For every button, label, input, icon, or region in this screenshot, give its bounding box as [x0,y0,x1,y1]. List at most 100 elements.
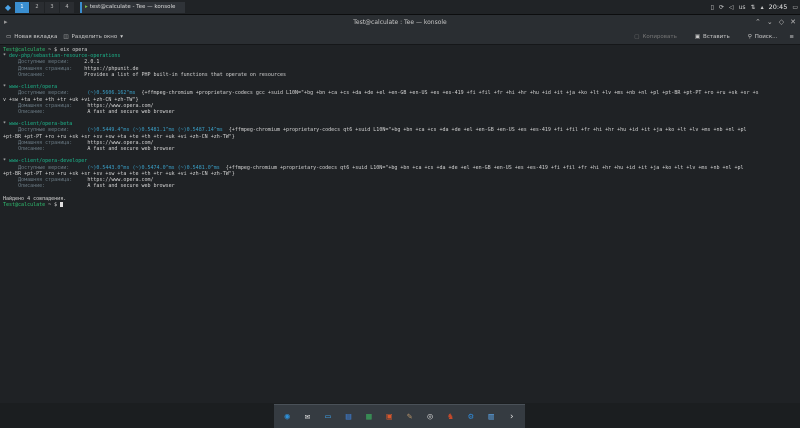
find-button[interactable]: ⚲ Поиск... [748,34,778,40]
show-desktop-icon[interactable]: ▭ [792,4,798,11]
taskbar-item-konsole[interactable]: ▸ test@calculate - Tee — konsole [80,1,185,13]
game-icon[interactable]: ♞ [442,408,459,425]
paste-label: Вставить [703,33,730,40]
terminal-output[interactable]: Test@calculate ~ $ eix opera * dev-php/se… [0,45,800,403]
mail-icon[interactable]: ✉ [299,408,316,425]
terminal-icon: ▸ [85,4,88,10]
split-view-icon: ◫ [63,33,69,40]
paste-icon: ▣ [694,33,701,40]
terminal-text: https://www.opera.com/ [87,139,154,146]
terminal-text: Домашняя страница: [18,102,88,109]
toolbar: ▭ Новая вкладка ◫ Разделить окно ▾ ▢ Коп… [0,29,800,45]
copy-label: Копировать [642,33,677,40]
dock: ◉ ✉ ▭ ▤ ▦ ▣ ✎ ◎ ♞ ⚙ ▥ › [274,404,525,428]
desktop-4-button[interactable]: 4 [60,1,74,13]
clock[interactable]: 20:45 [769,3,788,11]
terminal-text: +pt-BR +pt-PT +ro +ru +sk +sr +sv +sw +t… [3,170,235,177]
terminal-text: A fast and secure web browser [87,146,175,152]
paint-icon[interactable]: ✎ [401,408,418,425]
find-label: Поиск... [754,33,778,40]
terminal-text: Доступные версии: [18,90,88,97]
chevron-down-icon: ▾ [120,33,124,40]
terminal-text: Test@calculate [3,47,46,53]
keyboard-layout[interactable]: us [739,4,746,11]
terminal-text: www-client/opera-beta [9,121,73,128]
terminal-text: +pt-BR +pt-PT +ro +ru +sk +sr +sv +sw +t… [3,133,235,140]
hamburger-menu-icon[interactable]: ≡ [789,34,794,40]
terminal-text: v +sw +ta +te +th +tr +uk +vi +zh-CN +zh… [3,96,139,103]
window-title: Test@calculate : Tee — konsole [353,18,447,26]
terminal-text: www-client/opera [9,84,58,91]
desktop-2-button[interactable]: 2 [30,1,44,13]
terminal-text: Домашняя страница: [18,65,85,72]
split-view-label: Разделить окно [71,33,118,40]
spreadsheet-icon[interactable]: ▦ [360,408,377,425]
terminal-text: www-client/opera-developer [9,158,88,165]
top-panel: ◆ 1 2 3 4 ▸ test@calculate - Tee — konso… [0,0,800,15]
terminal-text: ~ $ [45,47,61,53]
document-icon[interactable]: ▤ [340,408,357,425]
terminal-text: (~)0.5449.4^ms (~)0.5481.1^ms (~)0.5487.… [87,127,223,134]
window-titlebar[interactable]: ▸ Test@calculate : Tee — konsole ⌃ ⌄ ◇ ✕ [0,15,800,29]
chat-icon[interactable]: ▭ [320,408,337,425]
copy-icon: ▢ [634,33,640,40]
paste-button[interactable]: ▣ Вставить [695,34,730,40]
minimize-icon[interactable]: ⌄ [767,18,773,26]
settings-icon[interactable]: ⚙ [462,408,479,425]
taskbar-item-label: test@calculate - Tee — konsole [89,4,176,10]
split-view-button[interactable]: ◫ Разделить окно ▾ [63,34,123,40]
disc-icon[interactable]: ◎ [422,408,439,425]
new-tab-icon: ▭ [6,33,12,40]
maximize-icon[interactable]: ◇ [779,18,784,26]
terminal-text: Доступные версии: [18,164,88,171]
presentation-icon[interactable]: ▣ [381,408,398,425]
browser-icon[interactable]: ◉ [279,408,296,425]
new-tab-button[interactable]: ▭ Новая вкладка [6,34,57,40]
terminal-text: 2.0.1 [84,59,100,66]
terminal-text: {+ffmpeg-chromium +proprietary-codecs qt… [219,164,744,171]
close-icon[interactable]: ✕ [790,18,796,26]
updates-icon[interactable]: ⟳ [719,4,724,11]
terminal-text: Описание: [18,146,88,152]
terminal-icon[interactable]: › [503,408,520,425]
new-tab-label: Новая вкладка [14,33,58,40]
volume-icon[interactable]: ◁ [729,4,734,11]
terminal-cursor [60,201,64,207]
terminal-text: https://www.opera.com/ [87,176,154,183]
terminal-text: Test@calculate [3,201,46,208]
terminal-text: {+ffmpeg-chromium +proprietary-codecs qt… [222,127,747,134]
konsole-window: ▸ Test@calculate : Tee — konsole ⌃ ⌄ ◇ ✕… [0,15,800,403]
terminal-text: https://www.opera.com/ [87,102,154,109]
copy-button[interactable]: ▢ Копировать [634,34,677,40]
clipboard-icon[interactable]: ▯ [711,4,714,11]
keep-above-icon[interactable]: ⌃ [755,18,761,26]
terminal-text: Описание: [18,183,88,190]
network-icon[interactable]: ⇅ [751,4,756,11]
desktop-3-button[interactable]: 3 [45,1,59,13]
terminal-text: {+ffmpeg-chromium +proprietary-codecs gc… [135,90,759,97]
terminal-text: Доступные версии: [18,127,88,134]
files-icon[interactable]: ▥ [483,408,500,425]
desktop-1-button[interactable]: 1 [15,1,29,13]
notifications-icon[interactable]: ▴ [761,4,764,11]
search-icon: ⚲ [747,33,752,40]
terminal-text: dev-php/sebastian-resource-operations [9,53,121,60]
system-tray: ▯ ⟳ ◁ us ⇅ ▴ 20:45 ▭ [711,0,798,14]
terminal-text: eix opera [60,47,88,53]
terminal-text: Provides a list of PHP built-in function… [84,71,286,78]
terminal-text: (~)0.5443.0^ms (~)0.5474.0^ms (~)0.5481.… [87,164,220,171]
terminal-text: https://phpunit.de [84,65,139,72]
terminal-text: Описание: [18,71,85,78]
app-menu-icon[interactable]: ◆ [2,1,14,13]
